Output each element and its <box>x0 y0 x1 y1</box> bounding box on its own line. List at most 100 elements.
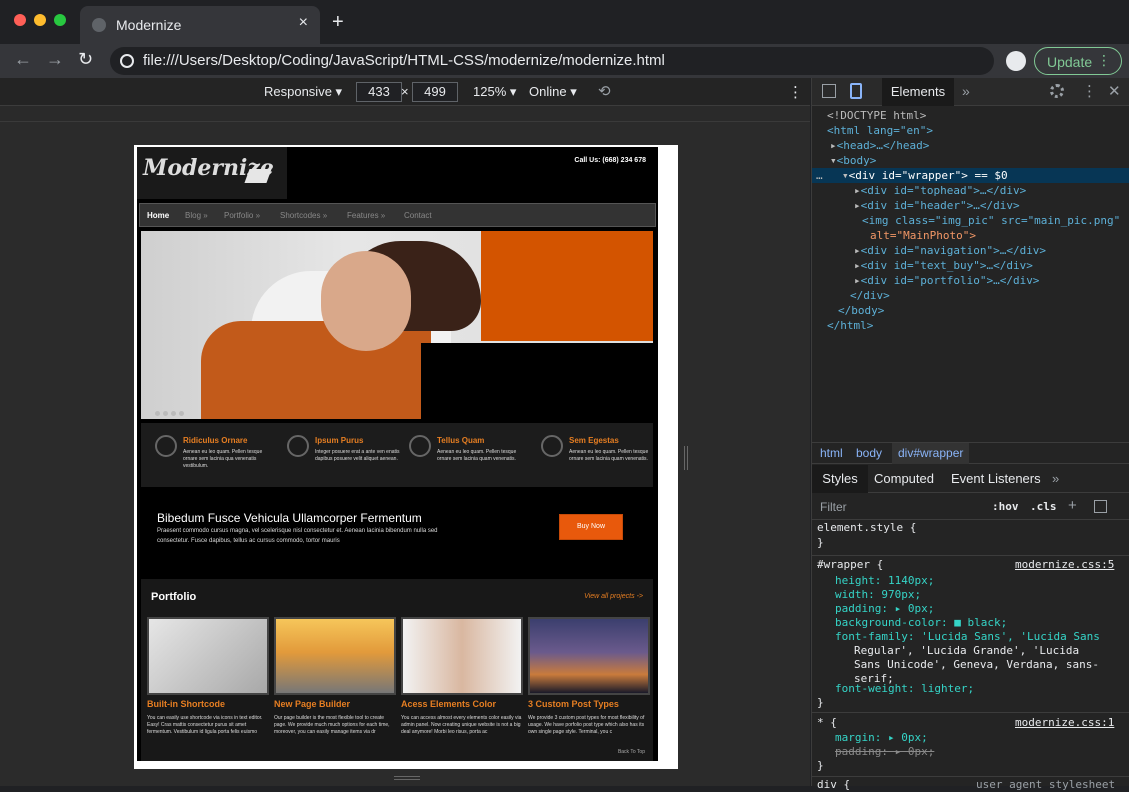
dom-body[interactable]: ▾<body> <box>830 153 876 168</box>
viewport-width-input[interactable]: 433 <box>356 82 402 102</box>
close-icon[interactable]: ✕ <box>1108 82 1121 100</box>
nav-features[interactable]: Features » <box>347 211 385 220</box>
dom-doctype[interactable]: <!DOCTYPE html> <box>827 108 926 123</box>
back-to-top-link[interactable]: Back To Top <box>618 749 645 755</box>
sidebar-toggle-icon[interactable] <box>1094 500 1107 513</box>
tab-styles[interactable]: Styles <box>812 465 868 493</box>
dom-html[interactable]: <html lang="en"> <box>827 123 933 138</box>
tab-close-button[interactable]: × <box>299 14 308 32</box>
new-style-rule-button[interactable]: + <box>1068 497 1077 514</box>
feature-text: Aenean eu leo quam. Pellen tesque ornare… <box>569 449 649 462</box>
crumb-body[interactable]: body <box>856 446 882 460</box>
portfolio-item[interactable]: Acess Elements Color You can access almo… <box>401 617 523 736</box>
collapse-arrow-icon[interactable]: ▾ <box>842 169 849 182</box>
minimize-window-button[interactable] <box>34 14 46 26</box>
dom-head[interactable]: ▸<head>…</head> <box>830 138 929 153</box>
back-button[interactable]: ← <box>14 49 32 70</box>
rule-star-selector[interactable]: * { <box>817 716 837 730</box>
portfolio-image[interactable] <box>528 617 650 695</box>
rule-wrapper-source-link[interactable]: modernize.css:5 <box>1015 558 1114 572</box>
portfolio-image[interactable] <box>274 617 396 695</box>
resize-handle-right[interactable] <box>684 446 688 470</box>
expand-arrow-icon[interactable]: ▸ <box>854 244 861 257</box>
decl-padding[interactable]: padding: ▸ 0px; <box>835 602 934 616</box>
network-select[interactable]: Online ▾ <box>529 84 577 100</box>
kebab-menu-icon[interactable]: ⋮ <box>788 83 803 101</box>
site-wrapper: Modernize Call Us: (668) 234 678 Home Bl… <box>137 147 658 761</box>
dom-body-close[interactable]: </body> <box>838 303 884 318</box>
profile-avatar-icon[interactable] <box>1006 51 1026 71</box>
decl-font-weight[interactable]: font-weight: lighter; <box>835 682 974 696</box>
buy-now-button[interactable]: Buy Now <box>559 514 623 540</box>
nav-shortcodes[interactable]: Shortcodes » <box>280 211 327 220</box>
portfolio-image[interactable] <box>401 617 523 695</box>
portfolio-item[interactable]: Built-in Shortcode You can easily use sh… <box>147 617 269 736</box>
dom-header[interactable]: ▸<div id="header">…</div> <box>854 198 1020 213</box>
resize-handle-bottom[interactable] <box>394 776 420 780</box>
collapse-arrow-icon[interactable]: ▾ <box>830 154 837 167</box>
expand-arrow-icon[interactable]: ▸ <box>854 199 861 212</box>
expand-arrow-icon[interactable]: ▸ <box>854 274 861 287</box>
close-window-button[interactable] <box>14 14 26 26</box>
rule-star-source-link[interactable]: modernize.css:1 <box>1015 716 1114 730</box>
crumb-wrapper[interactable]: div#wrapper <box>892 443 970 464</box>
kebab-menu-icon[interactable]: ⋮ <box>1097 52 1111 69</box>
nav-blog[interactable]: Blog » <box>185 211 208 220</box>
decl-width[interactable]: width: 970px; <box>835 588 921 602</box>
more-tabs-icon[interactable]: » <box>1052 471 1059 486</box>
dom-text-buy[interactable]: ▸<div id="text_buy">…</div> <box>854 258 1033 273</box>
decl-padding-overridden[interactable]: padding: ▸ 0px; <box>835 745 934 759</box>
maximize-window-button[interactable] <box>54 14 66 26</box>
dom-wrapper[interactable]: ▾<div id="wrapper"> == $0 <box>842 168 1008 183</box>
hov-toggle[interactable]: :hov <box>992 500 1019 513</box>
expand-arrow-icon[interactable]: ▸ <box>830 139 837 152</box>
nav-portfolio[interactable]: Portfolio » <box>224 211 260 220</box>
decl-background-color[interactable]: background-color: ■ black; <box>835 616 1007 630</box>
styles-filter-input[interactable]: Filter <box>820 500 847 514</box>
device-mode-select[interactable]: Responsive ▾ <box>264 84 342 100</box>
reload-button[interactable]: ↻ <box>78 49 93 70</box>
new-tab-button[interactable]: + <box>332 12 344 32</box>
tab-elements[interactable]: Elements <box>882 78 954 106</box>
inspect-element-icon[interactable] <box>822 84 836 98</box>
decl-margin[interactable]: margin: ▸ 0px; <box>835 731 928 745</box>
dom-div-close[interactable]: </div> <box>850 288 890 303</box>
tab-event-listeners[interactable]: Event Listeners <box>951 471 1041 486</box>
view-all-projects-link[interactable]: View all projects -> <box>584 593 643 600</box>
site-logo[interactable]: Modernize <box>137 147 287 199</box>
nav-home[interactable]: Home <box>147 211 169 220</box>
zoom-select[interactable]: 125% ▾ <box>473 84 516 100</box>
gear-icon[interactable] <box>1050 84 1064 98</box>
browser-tab[interactable]: Modernize × <box>80 6 320 44</box>
nav-contact[interactable]: Contact <box>404 211 432 220</box>
slider-dots[interactable] <box>155 403 187 419</box>
rule-element-style[interactable]: element.style { <box>817 521 916 535</box>
address-bar[interactable]: file:///Users/Desktop/Coding/JavaScript/… <box>110 47 994 75</box>
portfolio-image[interactable] <box>147 617 269 695</box>
expand-arrow-icon[interactable]: ▸ <box>854 259 861 272</box>
device-toggle-icon[interactable] <box>850 83 862 99</box>
update-button[interactable]: Update ⋮ <box>1034 47 1122 75</box>
portfolio-item[interactable]: New Page Builder Our page builder is the… <box>274 617 396 736</box>
dom-html-close[interactable]: </html> <box>827 318 873 333</box>
decl-height[interactable]: height: 1140px; <box>835 574 934 588</box>
more-tabs-icon[interactable]: » <box>962 83 970 99</box>
decl-font-family[interactable]: font-family: 'Lucida Sans', 'Lucida Sans <box>835 630 1100 644</box>
rotate-icon[interactable]: ⟲ <box>598 82 611 100</box>
rule-div-selector[interactable]: div { <box>817 778 850 792</box>
dom-img-alt[interactable]: alt="MainPhoto"> <box>870 228 976 243</box>
viewport-height-input[interactable]: 499 <box>412 82 458 102</box>
dom-portfolio[interactable]: ▸<div id="portfolio">…</div> <box>854 273 1039 288</box>
expand-arrow-icon[interactable]: ▸ <box>854 184 861 197</box>
node-actions-icon[interactable]: … <box>816 168 823 183</box>
crumb-html[interactable]: html <box>820 446 843 460</box>
rule-wrapper-selector[interactable]: #wrapper { <box>817 558 883 572</box>
tab-computed[interactable]: Computed <box>874 471 934 486</box>
forward-button[interactable]: → <box>46 49 64 70</box>
kebab-menu-icon[interactable]: ⋮ <box>1082 82 1097 100</box>
portfolio-item[interactable]: 3 Custom Post Types We provide 3 custom … <box>528 617 650 736</box>
dom-img[interactable]: <img class="img_pic" src="main_pic.png" <box>862 213 1120 228</box>
dom-navigation[interactable]: ▸<div id="navigation">…</div> <box>854 243 1046 258</box>
dom-tophead[interactable]: ▸<div id="tophead">…</div> <box>854 183 1026 198</box>
cls-toggle[interactable]: .cls <box>1030 500 1057 513</box>
